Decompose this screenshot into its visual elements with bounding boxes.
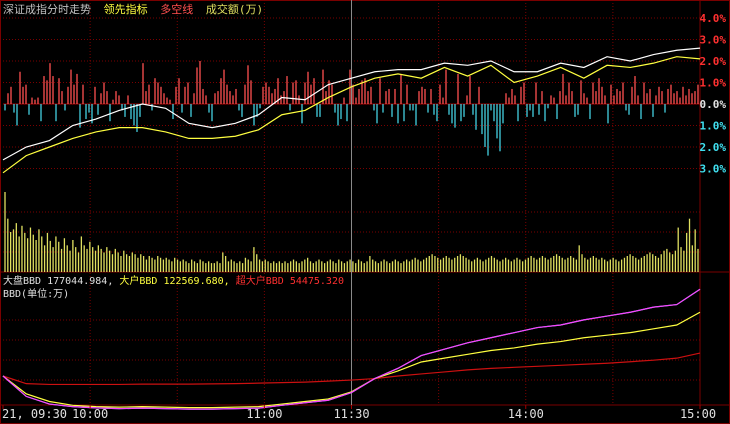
large-bbd-label: 大户BBD [119,276,158,287]
bbd-legend: 大盘BBD 177044.984, 大户BBD 122569.680, 超大户B… [3,276,344,287]
percent-tick-label: 2.0% [700,55,727,68]
bbd-unit-label: BBD(单位:万) [3,289,70,300]
market-bbd-label: 大盘BBD [3,276,42,287]
time-tick-label: 11:00 [246,407,282,421]
percent-tick-label: 3.0% [700,34,727,47]
chart-header: 深证成指分时走势 领先指标 多空线 成交额(万) [3,3,269,17]
percent-tick-label: 3.0% [700,163,727,176]
percent-tick-label: 4.0% [700,12,727,25]
time-tick-label: 14:00 [508,407,544,421]
percent-tick-label: 0.0% [700,98,727,111]
chart-frame [0,0,730,424]
market-bbd-value: 177044.984 [47,276,108,287]
legend-long-short-line: 多空线 [160,3,194,16]
intraday-chart: 4.0% 3.0% 2.0% 1.0% 0.0% 1.0% 2.0% 3.0% 21, 09:3… [0,0,730,424]
percent-tick-label: 2.0% [700,141,727,154]
super-bbd-label: 超大户BBD [235,276,284,287]
percent-tick-label: 1.0% [700,120,727,133]
super-bbd-value: 54475.320 [289,276,344,287]
time-tick-label: 10:00 [72,407,108,421]
time-tick-label: 11:30 [333,407,369,421]
chart-title: 深证成指分时走势 [3,3,91,16]
legend-leading-indicator: 领先指标 [103,3,148,16]
time-tick-label: 15:00 [680,407,716,421]
time-tick-label: 21, 09:30 [2,407,67,421]
large-bbd-value: 122569.680 [163,276,224,287]
percent-tick-label: 1.0% [700,77,727,90]
legend-volume: 成交额(万) [205,3,264,16]
